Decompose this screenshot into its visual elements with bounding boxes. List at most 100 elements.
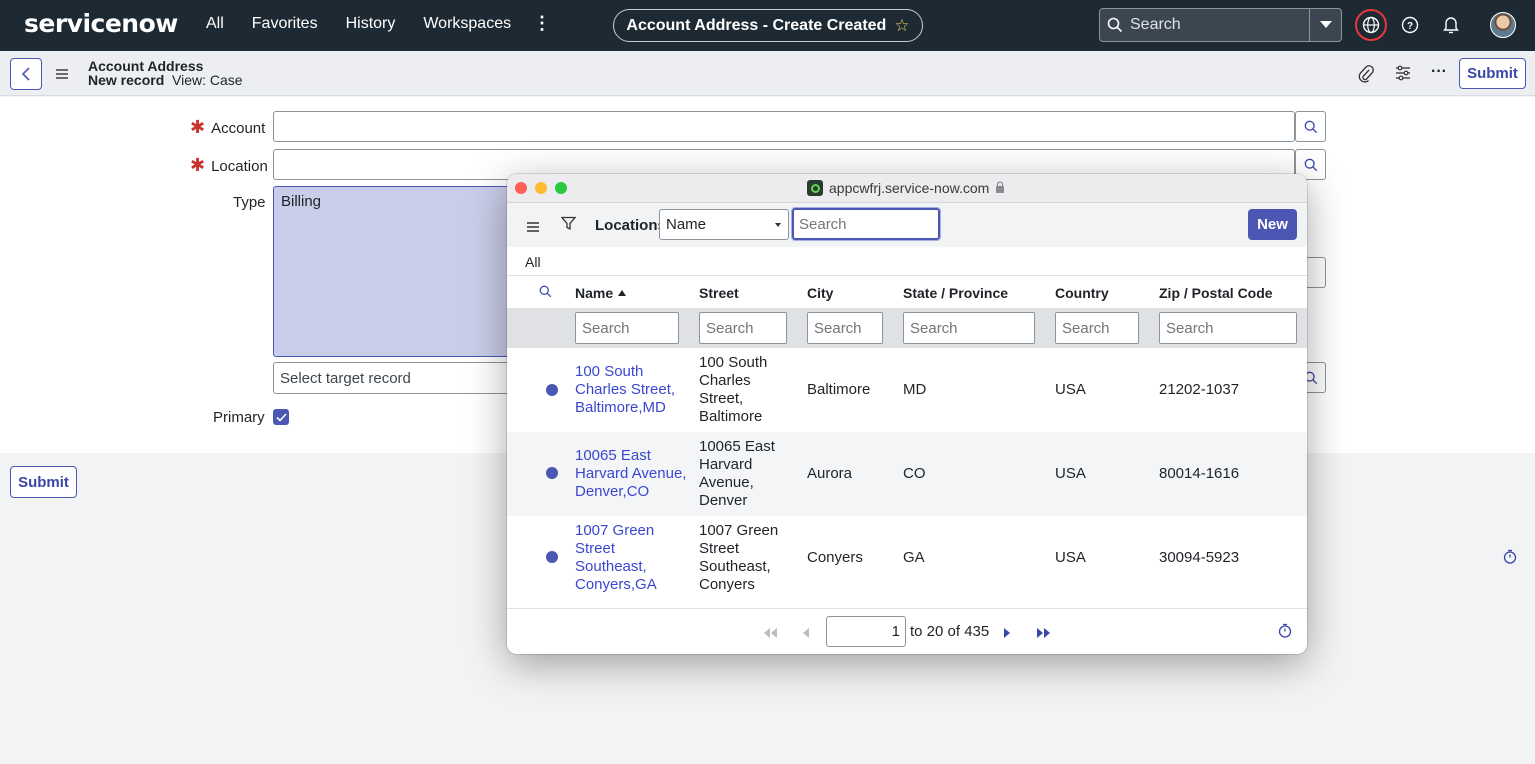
record-preview-icon[interactable] [546,467,558,479]
column-header-country[interactable]: Country [1055,285,1109,301]
star-icon[interactable]: ☆ [894,16,909,36]
next-page-icon[interactable] [1004,625,1010,642]
chevron-down-icon [775,223,781,227]
column-header-name[interactable]: Name [575,285,627,301]
previous-page-icon[interactable] [803,625,809,642]
list-menu-icon[interactable] [527,219,539,237]
cell-street: 100 South Charles Street, Baltimore [699,354,768,425]
record-preview-icon[interactable] [546,551,558,563]
list-search-input[interactable] [791,207,941,241]
column-header-street[interactable]: Street [699,285,739,301]
last-page-icon[interactable] [1037,625,1050,642]
global-search-input[interactable] [1130,16,1300,34]
response-time-icon[interactable] [1278,623,1292,642]
cell-country: USA [1055,465,1086,482]
search-icon [1100,17,1130,33]
user-avatar[interactable] [1490,12,1516,38]
filter-country-input[interactable] [1055,312,1139,344]
cell-street: 10065 East Harvard Avenue, Denver [699,438,775,509]
popup-titlebar: appcwfrj.service-now.com [507,174,1307,203]
filter-zip-input[interactable] [1159,312,1297,344]
account-label: ✱ Account [190,117,266,137]
servicenow-logo[interactable]: servicenow [24,9,178,38]
primary-checkbox[interactable] [273,409,289,425]
settings-sliders-icon[interactable] [1395,65,1411,86]
cell-state: GA [903,549,925,566]
paperclip-icon[interactable] [1358,65,1374,88]
table-row[interactable]: 1007 Green Street Southeast, Conyers,GA 100… [507,516,1307,600]
lock-icon [995,180,1005,196]
cell-zip: 80014-1616 [1159,465,1240,482]
type-listbox[interactable]: Billing [273,186,513,357]
cell-city: Baltimore [807,381,871,398]
submit-button-bottom[interactable]: Submit [10,466,77,498]
back-button[interactable] [10,58,42,90]
table-row[interactable]: 100 South Charles Street, Baltimore,MD 100… [507,348,1307,432]
record-header: Account Address New record View: Case ··… [0,51,1535,96]
target-record-select[interactable]: Select target record [273,362,513,394]
site-favicon-icon [807,180,823,196]
account-input[interactable] [273,111,1295,142]
first-page-icon[interactable] [764,625,777,642]
nav-all[interactable]: All [206,15,224,33]
column-filter-row [507,308,1307,348]
type-option-billing[interactable]: Billing [281,193,321,210]
type-label: Type [233,194,266,211]
popup-toolbar: Locations Name New [507,203,1307,247]
cell-name-link[interactable]: 10065 East Harvard Avenue, Denver,CO [575,447,686,501]
required-icon: ✱ [190,117,206,137]
table-row[interactable]: 10065 East Harvard Avenue, Denver,CO 10065… [507,432,1307,516]
record-view: View: Case [172,72,243,88]
column-header-city[interactable]: City [807,285,833,301]
submit-button-top[interactable]: Submit [1459,58,1526,89]
cell-country: USA [1055,549,1086,566]
breadcrumb-all[interactable]: All [507,247,1307,276]
cell-zip: 30094-5923 [1159,549,1240,566]
close-window-button[interactable] [515,182,527,194]
cell-street: 1007 Green Street Southeast, Conyers [699,522,779,593]
nav-more-icon[interactable]: ⋮ [533,13,551,34]
nav-favorites[interactable]: Favorites [252,15,318,33]
column-header-zip[interactable]: Zip / Postal Code [1159,285,1273,301]
global-search [1099,8,1342,42]
search-field-select[interactable]: Name [659,209,789,240]
nav-history[interactable]: History [346,15,396,33]
record-title-block: Account Address New record View: Case [88,59,243,87]
new-button[interactable]: New [1248,209,1297,240]
help-icon[interactable]: ? [1395,10,1425,40]
record-title-pill[interactable]: Account Address - Create Created ☆ [613,9,923,42]
maximize-window-button[interactable] [555,182,567,194]
timer-icon[interactable] [1503,549,1517,569]
sort-ascending-icon [618,290,627,296]
cell-name-link[interactable]: 1007 Green Street Southeast, Conyers,GA [575,522,657,594]
filter-street-input[interactable] [699,312,787,344]
cell-zip: 21202-1037 [1159,381,1240,398]
primary-label: Primary [213,409,265,426]
record-title: Account Address - Create Created [626,16,887,34]
top-nav: servicenow All Favorites History Workspa… [0,0,1535,51]
column-search-icon[interactable] [539,285,552,301]
filter-city-input[interactable] [807,312,883,344]
cell-city: Conyers [807,549,863,566]
bell-icon[interactable] [1436,10,1466,40]
search-scope-dropdown[interactable] [1309,9,1341,41]
nav-workspaces[interactable]: Workspaces [423,15,511,33]
table-header: Name Street City State / Province Countr… [507,276,1307,308]
record-preview-icon[interactable] [546,384,558,396]
account-lookup-button[interactable] [1295,111,1326,142]
location-lookup-popup: appcwfrj.service-now.com Locations Name … [507,174,1307,654]
cell-country: USA [1055,381,1086,398]
more-options-icon[interactable]: ··· [1431,63,1447,81]
filter-icon[interactable] [560,216,577,236]
filter-state-input[interactable] [903,312,1035,344]
record-state: New record [88,72,165,88]
column-header-state[interactable]: State / Province [903,285,1008,301]
globe-icon[interactable] [1355,9,1387,41]
cell-name-link[interactable]: 100 South Charles Street, Baltimore,MD [575,363,675,417]
svg-text:?: ? [1407,21,1413,32]
page-range-text: to 20 of 435 [910,623,990,640]
minimize-window-button[interactable] [535,182,547,194]
filter-name-input[interactable] [575,312,679,344]
page-number-input[interactable]: 1 [826,616,906,647]
menu-icon[interactable] [56,66,68,84]
